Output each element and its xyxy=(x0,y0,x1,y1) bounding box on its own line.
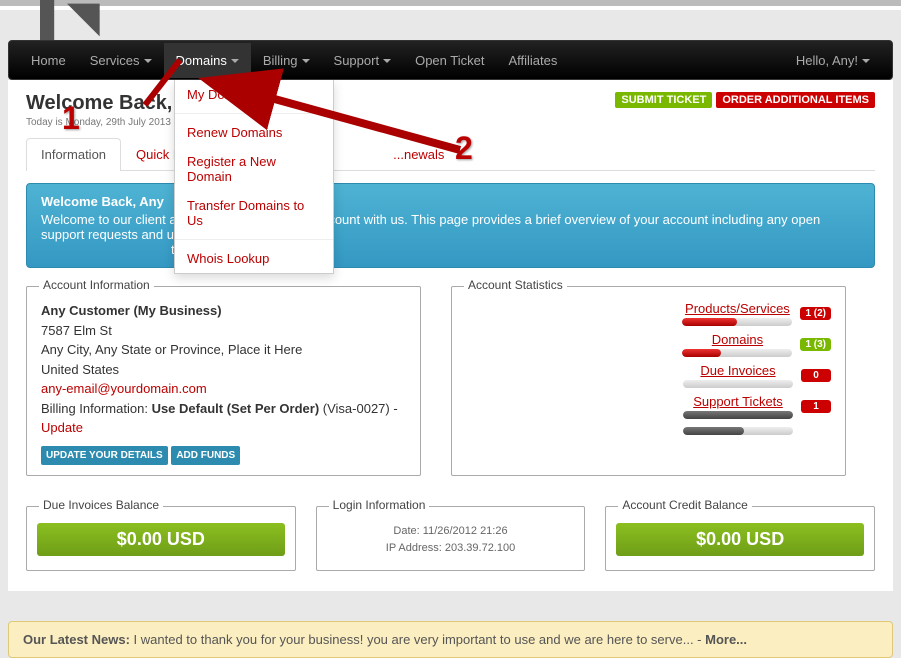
credit-balance-value[interactable]: $0.00 USD xyxy=(616,523,864,556)
chevron-down-icon xyxy=(231,59,239,63)
account-street: 7587 Elm St xyxy=(41,321,406,341)
annotation-number-1: 1 xyxy=(62,100,80,137)
due-balance-box: Due Invoices Balance $0.00 USD xyxy=(26,506,296,571)
submit-ticket-button[interactable]: SUBMIT TICKET xyxy=(615,92,712,108)
tab-renewals[interactable]: ...newals xyxy=(378,138,459,170)
dropdown-register-domain[interactable]: Register a New Domain xyxy=(175,147,333,191)
account-info-box: Account Information Any Customer (My Bus… xyxy=(26,286,421,476)
logo: ▌◥ xyxy=(40,0,99,40)
stat-products-link[interactable]: Products/Services xyxy=(685,301,790,316)
chevron-down-icon xyxy=(144,59,152,63)
stat-domains-bar xyxy=(682,349,792,357)
dropdown-renew-domains[interactable]: Renew Domains xyxy=(175,118,333,147)
annotation-number-2: 2 xyxy=(455,130,473,167)
credit-balance-box: Account Credit Balance $0.00 USD xyxy=(605,506,875,571)
account-email-link[interactable]: any-email@yourdomain.com xyxy=(41,381,207,396)
login-date: Date: 11/26/2012 21:26 xyxy=(327,523,575,541)
stat-extra-row xyxy=(466,425,831,435)
nav-affiliates[interactable]: Affiliates xyxy=(496,43,569,78)
login-info-legend: Login Information xyxy=(329,498,430,512)
account-country: United States xyxy=(41,360,406,380)
news-text: I wanted to thank you for your business!… xyxy=(134,632,706,647)
welcome-banner-body: Welcome to our client ar ccount with us.… xyxy=(41,212,860,257)
account-stats-box: Account Statistics Products/Services 1 (… xyxy=(451,286,846,476)
dropdown-whois-lookup[interactable]: Whois Lookup xyxy=(175,244,333,273)
stat-tickets-bar xyxy=(683,411,793,419)
stat-domains-link[interactable]: Domains xyxy=(712,332,763,347)
dropdown-transfer-domains[interactable]: Transfer Domains to Us xyxy=(175,191,333,235)
domains-dropdown: My Domains Renew Domains Register a New … xyxy=(174,80,334,274)
stat-domains-row: Domains 1 (3) xyxy=(466,332,831,357)
nav-domains[interactable]: Domains xyxy=(164,43,251,78)
stat-products-badge: 1 (2) xyxy=(800,307,831,320)
nav-support[interactable]: Support xyxy=(322,43,404,78)
stat-tickets-row: Support Tickets 1 xyxy=(466,394,831,419)
account-info-legend: Account Information xyxy=(39,278,154,292)
welcome-banner: Welcome Back, Any Welcome to our client … xyxy=(26,183,875,268)
update-details-button[interactable]: UPDATE YOUR DETAILS xyxy=(41,446,168,465)
news-label: Our Latest News: xyxy=(23,632,134,647)
account-city: Any City, Any State or Province, Place i… xyxy=(41,340,406,360)
stat-due-badge: 0 xyxy=(801,369,831,382)
news-bar: Our Latest News: I wanted to thank you f… xyxy=(8,621,893,658)
add-funds-button[interactable]: ADD FUNDS xyxy=(171,446,240,465)
chevron-down-icon xyxy=(302,59,310,63)
stat-domains-badge: 1 (3) xyxy=(800,338,831,351)
main-nav: Home Services Domains Billing Support Op… xyxy=(8,40,893,80)
welcome-banner-title: Welcome Back, Any xyxy=(41,194,860,209)
billing-line: Billing Information: Use Default (Set Pe… xyxy=(41,399,406,419)
nav-billing[interactable]: Billing xyxy=(251,43,322,78)
dropdown-my-domains[interactable]: My Domains xyxy=(175,80,333,109)
stat-due-row: Due Invoices 0 xyxy=(466,363,831,388)
login-info-box: Login Information Date: 11/26/2012 21:26… xyxy=(316,506,586,571)
tabs: Information Quick D... ...newals xyxy=(26,138,875,171)
stat-due-bar xyxy=(683,380,793,388)
nav-services[interactable]: Services xyxy=(78,43,164,78)
due-balance-legend: Due Invoices Balance xyxy=(39,498,163,512)
order-items-button[interactable]: ORDER ADDITIONAL ITEMS xyxy=(716,92,875,108)
nav-home[interactable]: Home xyxy=(19,43,78,78)
stat-extra-bar xyxy=(683,427,793,435)
news-more-link[interactable]: More... xyxy=(705,632,747,647)
chevron-down-icon xyxy=(383,59,391,63)
stat-products-bar xyxy=(682,318,792,326)
stat-due-link[interactable]: Due Invoices xyxy=(700,363,775,378)
credit-balance-legend: Account Credit Balance xyxy=(618,498,751,512)
account-stats-legend: Account Statistics xyxy=(464,278,567,292)
login-ip: IP Address: 203.39.72.100 xyxy=(327,540,575,558)
stat-products-row: Products/Services 1 (2) xyxy=(466,301,831,326)
stat-tickets-link[interactable]: Support Tickets xyxy=(693,394,783,409)
stat-tickets-badge: 1 xyxy=(801,400,831,413)
chevron-down-icon xyxy=(862,59,870,63)
nav-user-menu[interactable]: Hello, Any! xyxy=(784,43,882,78)
tab-information[interactable]: Information xyxy=(26,138,121,171)
account-name: Any Customer (My Business) xyxy=(41,301,406,321)
due-balance-value[interactable]: $0.00 USD xyxy=(37,523,285,556)
billing-update-link[interactable]: Update xyxy=(41,420,83,435)
nav-open-ticket[interactable]: Open Ticket xyxy=(403,43,496,78)
